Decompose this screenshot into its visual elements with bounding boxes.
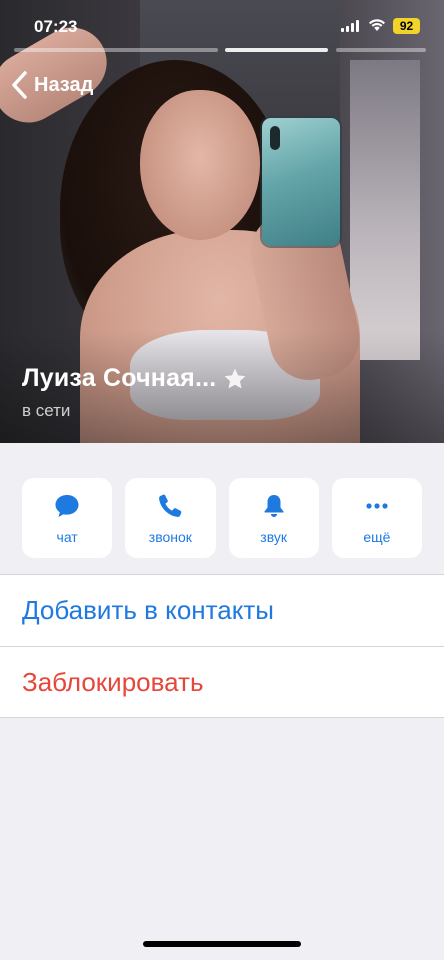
wifi-icon	[369, 19, 385, 31]
photo-background	[350, 60, 420, 360]
chat-button[interactable]: чат	[22, 478, 113, 558]
profile-name-row: Луиза Сочная...	[22, 364, 248, 393]
contact-actions-list: Добавить в контакты Заблокировать	[0, 574, 444, 718]
cellular-signal-icon	[341, 20, 361, 32]
battery-level: 92	[399, 19, 414, 33]
call-button[interactable]: звонок	[125, 478, 216, 558]
profile-name: Луиза Сочная...	[22, 364, 217, 392]
photo-phone	[262, 118, 340, 246]
back-button[interactable]: Назад	[10, 68, 93, 102]
presence-status: в сети	[22, 401, 71, 420]
add-to-contacts-button[interactable]: Добавить в контакты	[0, 575, 444, 646]
sound-button[interactable]: звук	[228, 478, 319, 558]
home-indicator[interactable]	[143, 941, 301, 947]
star-icon	[225, 368, 246, 388]
chevron-left-icon	[12, 71, 27, 99]
action-buttons: чат звонок звук ещё	[22, 478, 422, 558]
more-button-label: ещё	[363, 528, 391, 545]
block-button[interactable]: Заблокировать	[0, 646, 444, 717]
chat-button-label: чат	[56, 528, 78, 545]
more-button[interactable]: ещё	[331, 478, 422, 558]
more-dots-icon	[363, 492, 391, 520]
story-progress-segment	[14, 48, 218, 52]
call-button-label: звонок	[148, 528, 192, 545]
sound-button-label: звук	[260, 528, 287, 545]
bell-icon	[260, 492, 288, 520]
chat-bubble-icon	[53, 492, 81, 520]
battery-icon: 92	[393, 18, 420, 34]
photo-subject	[140, 90, 260, 240]
back-label: Назад	[34, 73, 94, 96]
phone-icon	[156, 492, 184, 520]
status-bar: 07:23 92	[0, 0, 444, 52]
status-time: 07:23	[34, 17, 78, 36]
story-progress-segment-active	[225, 48, 328, 52]
story-progress-segment	[336, 48, 426, 52]
